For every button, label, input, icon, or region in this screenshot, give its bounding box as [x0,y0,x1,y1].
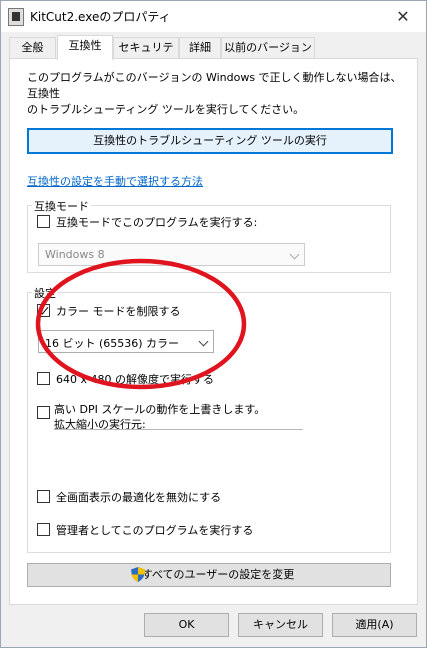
tab-compatibility[interactable]: 互換性 [57,35,113,60]
properties-dialog: KitCut2.exeのプロパティ ✕ 全般 互換性 セキュリティ 詳細 以前の… [0,0,427,648]
annotation-circle [35,258,247,390]
